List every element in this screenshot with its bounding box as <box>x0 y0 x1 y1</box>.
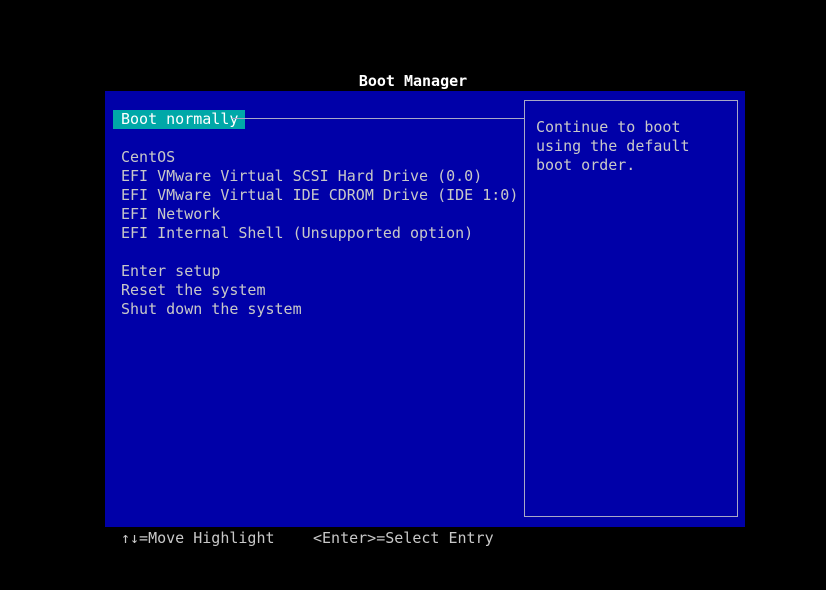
help-text: Continue to boot using the default boot … <box>536 118 699 174</box>
highlight-divider <box>232 118 524 119</box>
menu-item-efi-network[interactable]: EFI Network <box>120 205 225 224</box>
page-title: Boot Manager <box>358 72 468 90</box>
menu-item-centos[interactable]: CentOS <box>120 148 180 167</box>
boot-menu: Boot normally CentOS EFI VMware Virtual … <box>105 91 524 527</box>
key-hints-footer: ↑↓=Move Highlight <Enter>=Select Entry <box>0 527 826 549</box>
menu-item-reset-system[interactable]: Reset the system <box>120 281 271 300</box>
help-panel: Continue to boot using the default boot … <box>524 100 738 517</box>
menu-item-boot-normally[interactable]: Boot normally <box>113 110 246 129</box>
menu-item-ide-cdrom[interactable]: EFI VMware Virtual IDE CDROM Drive (IDE … <box>120 186 523 205</box>
menu-item-shut-down[interactable]: Shut down the system <box>120 300 307 319</box>
menu-item-scsi-hard-drive[interactable]: EFI VMware Virtual SCSI Hard Drive (0.0) <box>120 167 487 186</box>
select-entry-hint: <Enter>=Select Entry <box>313 529 494 547</box>
move-highlight-hint: ↑↓=Move Highlight <box>121 529 275 547</box>
menu-item-internal-shell[interactable]: EFI Internal Shell (Unsupported option) <box>120 224 478 243</box>
boot-manager-panel: Boot normally CentOS EFI VMware Virtual … <box>105 91 745 527</box>
menu-item-enter-setup[interactable]: Enter setup <box>120 262 225 281</box>
